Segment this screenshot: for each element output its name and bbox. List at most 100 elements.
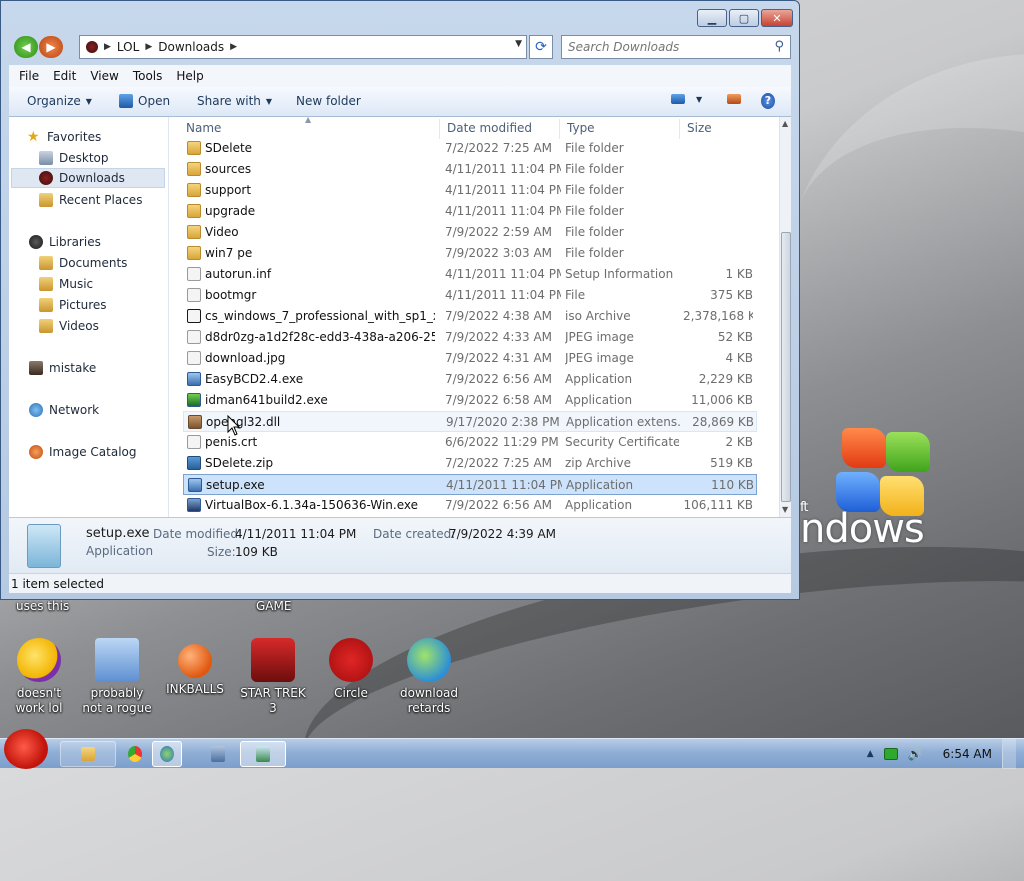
file-date: 7/9/2022 4:31 AM [445,351,553,365]
scroll-up-icon[interactable]: ▲ [782,119,788,128]
menu-tools[interactable]: Tools [133,69,171,83]
file-date: 4/11/2011 11:04 PM [445,288,561,302]
address-dropdown-icon[interactable]: ▼ [515,39,522,49]
vertical-scrollbar[interactable]: ▲ ▼ [779,117,791,517]
address-bar[interactable]: ▶ LOL ▶ Downloads ▶ ▼ [79,35,527,59]
nav-favorites[interactable]: ★ Favorites [27,127,101,147]
star-wars-icon [251,638,295,682]
file-row[interactable]: d8dr0zg-a1d2f28c-edd3-438a-a206-2512... 7… [183,327,757,348]
file-size: 2 KB [725,435,753,449]
nav-mistake[interactable]: mistake [29,358,96,378]
file-row[interactable]: upgrade 4/11/2011 11:04 PM File folder [183,201,757,222]
breadcrumb-downloads[interactable]: Downloads [158,40,224,54]
column-header-date[interactable]: Date modified [447,121,532,135]
maximize-button[interactable]: ▢ [729,9,759,27]
breadcrumb-separator: ▶ [145,42,153,52]
file-row[interactable]: sources 4/11/2011 11:04 PM File folder [183,159,757,180]
search-icon[interactable]: ⚲ [774,39,784,54]
file-row[interactable]: download.jpg 7/9/2022 4:31 AM JPEG image 4 … [183,348,757,369]
back-button[interactable]: ◀ [14,36,38,58]
file-row-selected[interactable]: setup.exe 4/11/2011 11:04 PM Application 11… [183,474,757,495]
nav-recent-places[interactable]: Recent Places [39,190,142,210]
scroll-down-icon[interactable]: ▼ [782,505,788,514]
desktop-icon-circle[interactable]: Circle [313,638,389,701]
taskbar-device[interactable] [200,741,236,767]
taskbar-network[interactable] [152,741,182,767]
file-row[interactable]: support 4/11/2011 11:04 PM File folder [183,180,757,201]
menu-edit[interactable]: Edit [53,69,84,83]
folder-icon [187,183,201,197]
help-button[interactable]: ? [761,93,775,109]
nav-image-catalog[interactable]: Image Catalog [29,442,136,462]
file-row[interactable]: penis.crt 6/6/2022 11:29 PM Security Certi… [183,432,757,453]
file-row[interactable]: SDelete.zip 7/2/2022 7:25 AM zip Archive 51… [183,453,757,474]
file-row[interactable]: EasyBCD2.4.exe 7/9/2022 6:56 AM Applicatio… [183,369,757,390]
desktop-icon-download[interactable]: download retards [391,638,467,716]
close-button[interactable]: ✕ [761,9,793,27]
scrollbar-thumb[interactable] [781,232,791,502]
details-created-value: 7/9/2022 4:39 AM [449,527,557,541]
nav-videos[interactable]: Videos [39,316,99,336]
column-header-size[interactable]: Size [687,121,712,135]
details-pane: setup.exe Application Date modified: 4/1… [9,517,791,573]
nav-desktop[interactable]: Desktop [39,148,109,168]
desktop-icon-inkballs[interactable]: INKBALLS [157,638,233,697]
taskbar-chrome[interactable] [120,741,150,767]
desktop-icon-rogue[interactable]: probably not a rogue [79,638,155,716]
desktop-icon-star-trek[interactable]: STAR TREK 3 [235,638,311,716]
column-divider[interactable] [439,119,440,139]
preview-pane-button[interactable] [727,94,741,104]
new-folder-button[interactable]: New folder [296,94,361,108]
taskbar-installer[interactable] [240,741,286,767]
file-name: VirtualBox-6.1.34a-150636-Win.exe [205,498,418,512]
breadcrumb-lol[interactable]: LOL [117,40,139,54]
file-date: 7/9/2022 6:58 AM [445,393,553,407]
file-row[interactable]: Video 7/9/2022 2:59 AM File folder [183,222,757,243]
file-row[interactable]: idman641build2.exe 7/9/2022 6:58 AM Applic… [183,390,757,411]
file-type: File folder [565,246,624,260]
open-button[interactable]: Open [119,94,170,108]
views-button[interactable]: ▼ [671,94,702,104]
column-header-name[interactable]: Name [186,121,221,135]
taskbar-explorer[interactable] [60,741,116,767]
clock[interactable]: 6:54 AM [943,747,992,761]
start-button[interactable] [4,729,48,769]
column-header-type[interactable]: Type [567,121,595,135]
nav-libraries[interactable]: Libraries [29,232,101,252]
menu-help[interactable]: Help [176,69,211,83]
file-date: 7/2/2022 7:25 AM [445,141,553,155]
forward-button[interactable]: ▶ [39,36,63,58]
file-row[interactable]: VirtualBox-6.1.34a-150636-Win.exe 7/9/202… [183,495,757,516]
network-status-icon[interactable] [883,748,898,760]
nav-music[interactable]: Music [39,274,93,294]
file-row[interactable]: opengl32.dll 9/17/2020 2:38 PM Application… [183,411,757,432]
image-file-icon [187,351,201,365]
file-row[interactable]: SDelete 7/2/2022 7:25 AM File folder [183,138,757,159]
nav-pictures[interactable]: Pictures [39,295,107,315]
file-row[interactable]: bootmgr 4/11/2011 11:04 PM File 375 KB [183,285,757,306]
share-with-button[interactable]: Share with ▼ [197,94,272,108]
column-divider[interactable] [679,119,680,139]
search-box[interactable]: ⚲ [561,35,791,59]
file-row[interactable]: win7 pe 7/9/2022 3:03 AM File folder [183,243,757,264]
desktop-icon-yahoo[interactable]: doesn't work lol [1,638,77,716]
file-size: 1 KB [725,267,753,281]
file-row[interactable]: autorun.inf 4/11/2011 11:04 PM Setup Infor… [183,264,757,285]
organize-button[interactable]: Organize ▼ [27,94,92,108]
nav-downloads[interactable]: Downloads [11,168,165,188]
menu-file[interactable]: File [19,69,47,83]
pictures-icon [39,298,53,312]
refresh-button[interactable]: ⟳ [529,35,553,59]
nav-documents[interactable]: Documents [39,253,127,273]
file-name: d8dr0zg-a1d2f28c-edd3-438a-a206-2512... [205,330,435,344]
nav-network[interactable]: Network [29,400,99,420]
file-size: 4 KB [725,351,753,365]
search-input[interactable] [568,40,758,54]
menu-view[interactable]: View [90,69,126,83]
show-desktop-button[interactable] [1002,739,1016,769]
file-row[interactable]: cs_windows_7_professional_with_sp1_x86..… [183,306,757,327]
minimize-button[interactable]: ▁ [697,9,727,27]
volume-icon[interactable]: 🔊 [908,747,923,761]
column-divider[interactable] [559,119,560,139]
show-hidden-icons-icon[interactable]: ▲ [867,749,874,759]
